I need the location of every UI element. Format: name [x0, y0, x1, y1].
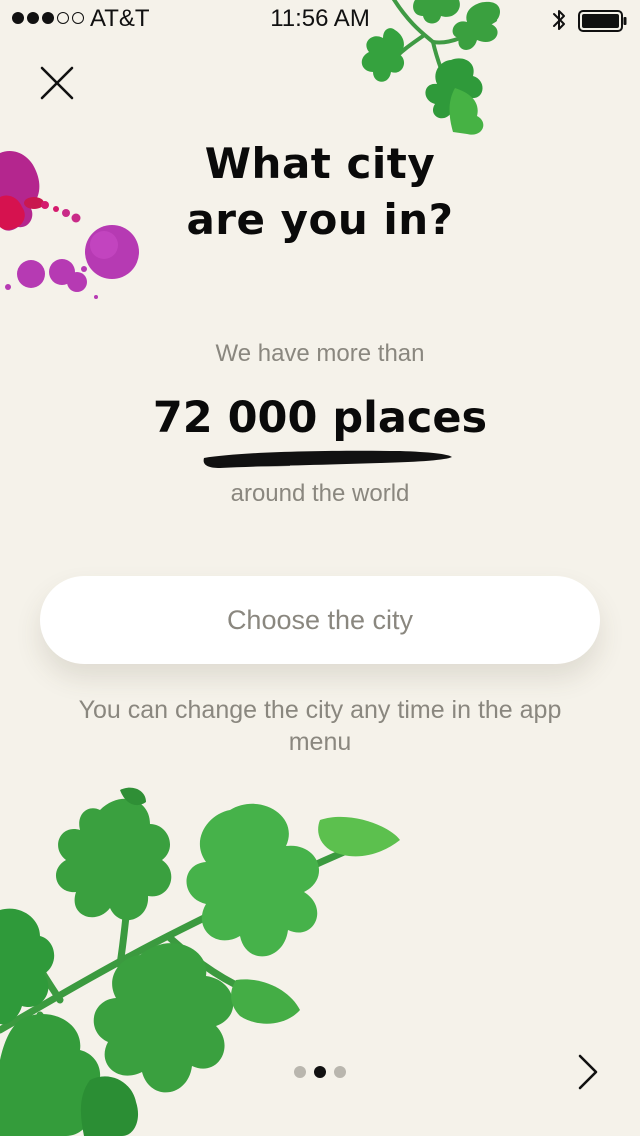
status-bar: AT&T 11:56 AM — [0, 0, 640, 40]
parsley-sprig-decoration — [0, 787, 400, 1136]
next-button[interactable] — [568, 1050, 608, 1094]
page-title: What city are you in? — [120, 136, 520, 248]
city-onboarding-screen: AT&T 11:56 AM What city are you in? We h… — [0, 0, 640, 1136]
page-dot-active — [314, 1066, 326, 1078]
change-city-hint: You can change the city any time in the … — [78, 696, 562, 756]
page-indicator — [294, 1066, 346, 1078]
chevron-right-icon — [578, 1054, 598, 1090]
close-button[interactable] — [32, 58, 82, 108]
battery-icon — [578, 10, 627, 32]
bluetooth-icon — [553, 10, 565, 30]
page-title-line-1: What city — [204, 139, 436, 188]
choose-city-button[interactable]: Choose the city — [40, 576, 600, 664]
status-time: 11:56 AM — [270, 5, 370, 32]
places-lead-text: We have more than — [215, 340, 425, 367]
page-dot — [334, 1066, 346, 1078]
brush-stroke-underline — [203, 450, 452, 468]
close-icon — [40, 66, 74, 100]
page-dot — [294, 1066, 306, 1078]
page-title-line-2: are you in? — [186, 195, 454, 244]
places-tail-text: around the world — [230, 480, 410, 507]
places-count: 72 000 places — [152, 393, 488, 443]
